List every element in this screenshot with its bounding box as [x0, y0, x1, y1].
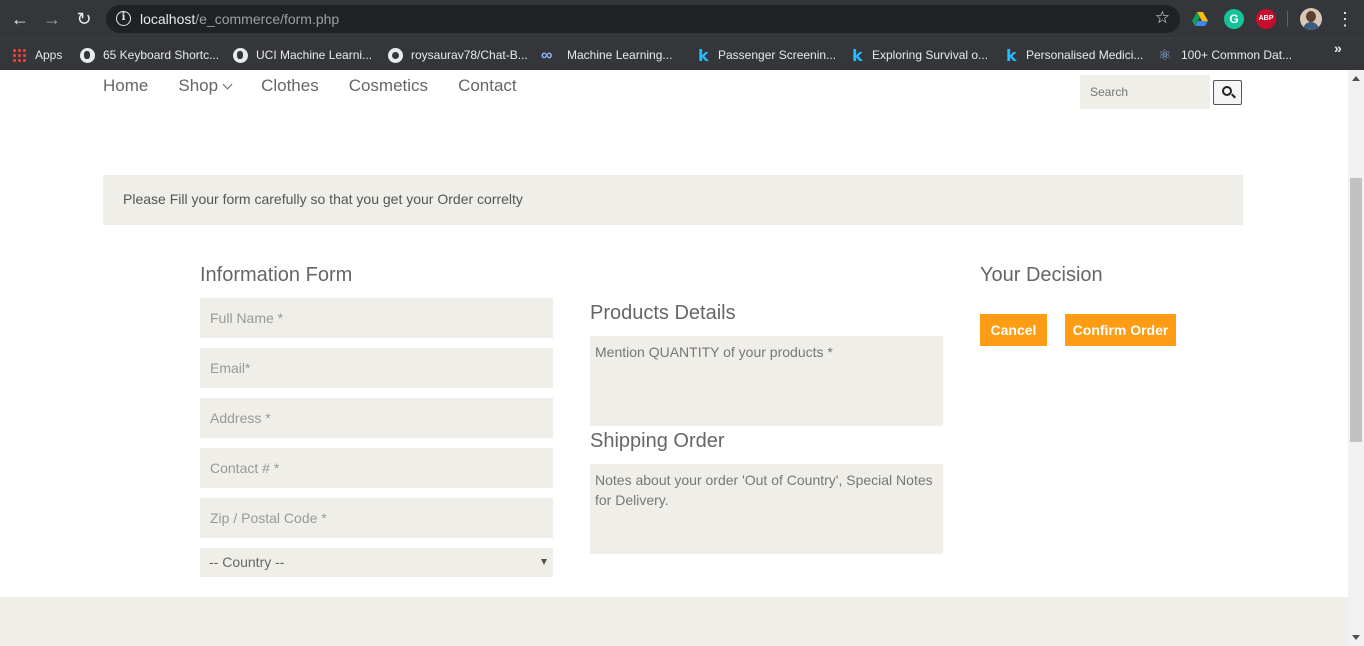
bookmark-item[interactable]: k Passenger Screenin... — [698, 44, 836, 66]
github-icon — [388, 47, 403, 63]
bookmark-label: Personalised Medici... — [1026, 48, 1144, 62]
back-icon[interactable]: ← — [9, 8, 31, 30]
search-button[interactable] — [1213, 80, 1242, 105]
search-input[interactable] — [1080, 75, 1210, 109]
site-info-icon[interactable]: i — [116, 11, 131, 26]
drive-extension-icon[interactable] — [1190, 9, 1210, 29]
browser-chrome: ← → ↻ i localhost/e_commerce/form.php ☆ … — [0, 0, 1364, 70]
contact-field[interactable] — [200, 448, 553, 488]
products-details-title: Products Details — [590, 302, 736, 324]
kaggle-icon: k — [852, 45, 863, 65]
nav-contact[interactable]: Contact — [458, 76, 517, 96]
nav-shop[interactable]: Shop — [178, 76, 233, 96]
bookmark-item[interactable]: UCI Machine Learni... — [233, 44, 372, 66]
reload-icon[interactable]: ↻ — [73, 8, 95, 30]
nav-label: Cosmetics — [348, 76, 429, 95]
profile-avatar[interactable] — [1300, 8, 1322, 30]
country-select-value: -- Country -- — [209, 554, 285, 570]
bookmark-item[interactable]: k Exploring Survival o... — [852, 44, 988, 66]
nav-label: Home — [103, 76, 149, 95]
grammarly-extension-icon[interactable]: G — [1224, 9, 1244, 29]
information-form-title: Information Form — [200, 264, 353, 286]
globe-icon — [80, 47, 95, 63]
bookmark-item[interactable]: ⚛ 100+ Common Dat... — [1158, 44, 1292, 66]
bookmark-label: Exploring Survival o... — [872, 48, 989, 62]
address-field[interactable] — [200, 398, 553, 438]
url-text[interactable]: localhost/e_commerce/form.php — [140, 11, 339, 27]
globe-icon — [233, 47, 248, 63]
bookmark-item[interactable]: 65 Keyboard Shortc... — [80, 44, 219, 66]
scrollbar-thumb[interactable] — [1350, 178, 1362, 442]
bookmark-label: UCI Machine Learni... — [256, 48, 373, 62]
nav-cosmetics[interactable]: Cosmetics — [349, 76, 428, 96]
bookmark-star-icon[interactable]: ☆ — [1155, 8, 1170, 28]
toolbar-separator — [1287, 11, 1288, 27]
bookmark-label: Apps — [35, 48, 63, 62]
scroll-up-icon[interactable] — [1352, 76, 1360, 81]
shipping-order-title: Shipping Order — [590, 430, 725, 452]
shipping-notes-textarea[interactable] — [590, 464, 943, 554]
nav-label: Shop — [178, 76, 219, 95]
chevron-down-icon — [222, 79, 233, 89]
search-icon-handle — [1231, 93, 1236, 99]
adblock-extension-icon[interactable]: ABP — [1256, 9, 1276, 29]
page-scrollbar[interactable] — [1348, 70, 1364, 646]
notice-banner: Please Fill your form carefully so that … — [103, 175, 1243, 225]
bookmark-item[interactable]: k Personalised Medici... — [1006, 44, 1143, 66]
bookmark-label: 100+ Common Dat... — [1181, 48, 1293, 62]
products-quantity-textarea[interactable] — [590, 336, 943, 426]
dropdown-arrow-icon — [541, 559, 547, 565]
infinity-icon: ∞ — [541, 46, 553, 64]
cancel-button[interactable]: Cancel — [980, 314, 1047, 346]
bookmark-item[interactable]: ∞ Machine Learning... — [541, 44, 672, 66]
footer-band — [0, 597, 1348, 646]
more-bookmarks-icon[interactable]: » — [1334, 40, 1342, 56]
nav-home[interactable]: Home — [103, 76, 148, 96]
full-name-field[interactable] — [200, 298, 553, 338]
kaggle-icon: k — [1006, 45, 1017, 65]
zip-field[interactable] — [200, 498, 553, 538]
react-icon: ⚛ — [1158, 46, 1172, 64]
main-nav: Home Shop Clothes Cosmetics Contact — [103, 76, 517, 96]
apps-icon — [12, 47, 27, 63]
bookmark-label: 65 Keyboard Shortc... — [103, 48, 220, 62]
email-field[interactable] — [200, 348, 553, 388]
bookmark-item[interactable]: roysaurav78/Chat-B... — [388, 44, 528, 66]
nav-label: Clothes — [261, 76, 319, 95]
bookmark-label: Passenger Screenin... — [718, 48, 837, 62]
forward-icon[interactable]: → — [41, 8, 63, 30]
nav-label: Contact — [458, 76, 517, 95]
confirm-order-button[interactable]: Confirm Order — [1065, 314, 1176, 346]
bookmark-label: Machine Learning... — [567, 48, 673, 62]
address-bar[interactable]: i localhost/e_commerce/form.php ☆ — [106, 5, 1180, 33]
kaggle-icon: k — [698, 45, 709, 65]
bookmarks-bar: Apps 65 Keyboard Shortc... UCI Machine L… — [0, 38, 1364, 70]
your-decision-title: Your Decision — [980, 264, 1103, 286]
bookmark-label: roysaurav78/Chat-B... — [411, 48, 528, 62]
nav-clothes[interactable]: Clothes — [261, 76, 319, 96]
country-select[interactable]: -- Country -- — [200, 548, 553, 577]
browser-toolbar: ← → ↻ i localhost/e_commerce/form.php ☆ … — [0, 0, 1364, 38]
page-content: Home Shop Clothes Cosmetics Contact Plea… — [0, 70, 1348, 646]
bookmark-apps[interactable]: Apps — [12, 44, 62, 66]
scroll-down-icon[interactable] — [1352, 635, 1360, 640]
browser-menu-icon[interactable]: ⋮ — [1336, 8, 1354, 30]
